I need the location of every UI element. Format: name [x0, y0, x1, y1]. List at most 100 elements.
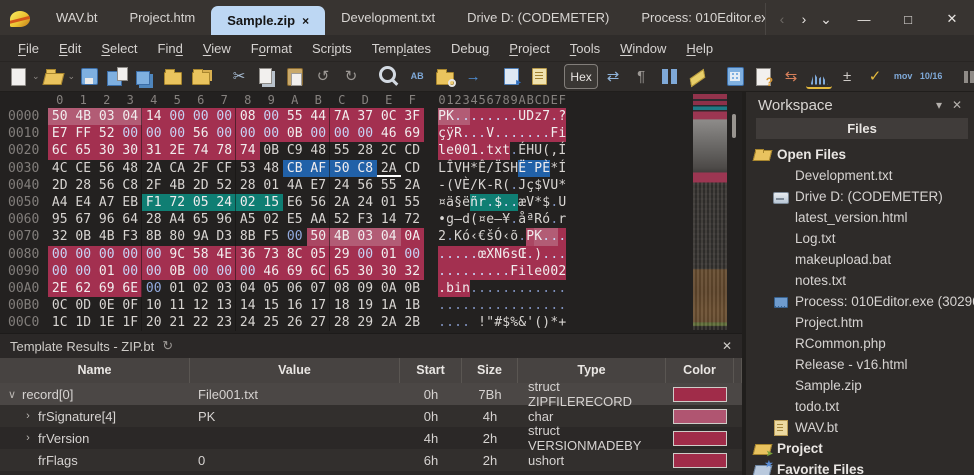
hex-byte[interactable]: 01: [377, 194, 401, 211]
ascii-char[interactable]: $: [534, 177, 542, 194]
hex-byte[interactable]: 01: [377, 246, 401, 263]
tree-item-development-txt[interactable]: Development.txt: [746, 165, 974, 186]
find-in-files-button[interactable]: [432, 64, 458, 89]
ascii-char[interactable]: .: [494, 263, 502, 280]
hex-byte[interactable]: 2B: [401, 314, 425, 331]
ascii-char[interactable]: *: [550, 160, 558, 177]
ascii-char[interactable]: 0: [550, 263, 558, 280]
hex-byte[interactable]: 50: [330, 160, 354, 177]
ascii-char[interactable]: Í: [558, 142, 566, 159]
workspace-collapse-icon[interactable]: ▾: [930, 98, 948, 112]
hex-byte[interactable]: 69: [401, 125, 425, 142]
hex-byte[interactable]: 2F: [189, 160, 213, 177]
ascii-char[interactable]: .: [502, 194, 510, 211]
ascii-char[interactable]: .: [446, 263, 454, 280]
ascii-char[interactable]: ó: [542, 211, 550, 228]
hex-byte[interactable]: 20: [142, 314, 166, 331]
hex-byte[interactable]: 14: [142, 108, 166, 125]
hex-byte[interactable]: 6C: [307, 263, 331, 280]
ascii-char[interactable]: *: [534, 194, 542, 211]
tab-scroll-left-icon[interactable]: ‹: [772, 11, 792, 27]
ascii-char[interactable]: i: [518, 263, 526, 280]
hex-byte[interactable]: 65: [330, 263, 354, 280]
hex-byte[interactable]: 00: [354, 125, 378, 142]
hex-byte[interactable]: FF: [72, 125, 96, 142]
menu-templates[interactable]: Templates: [362, 38, 441, 59]
ascii-char[interactable]: ç: [526, 177, 534, 194]
hex-byte[interactable]: 2A: [377, 314, 401, 331]
ascii-char[interactable]: S: [502, 160, 510, 177]
open-recent-button[interactable]: [188, 64, 214, 89]
column-header-size[interactable]: Size: [462, 358, 518, 383]
hex-byte[interactable]: D3: [213, 228, 237, 245]
hex-byte[interactable]: 56: [189, 125, 213, 142]
ascii-char[interactable]: i: [454, 280, 462, 297]
ascii-char[interactable]: æ: [518, 194, 526, 211]
hex-byte[interactable]: 1F: [119, 314, 143, 331]
hex-byte[interactable]: 00: [119, 125, 143, 142]
ascii-char[interactable]: *: [470, 160, 478, 177]
goto-button[interactable]: →: [460, 64, 486, 89]
hex-byte[interactable]: 4B: [330, 228, 354, 245]
ascii-char[interactable]: K: [446, 108, 454, 125]
hex-byte[interactable]: 02: [189, 280, 213, 297]
ascii-char[interactable]: .: [550, 297, 558, 314]
ascii-char[interactable]: .: [494, 125, 502, 142]
ascii-char[interactable]: ‹: [502, 228, 510, 245]
hex-byte[interactable]: 50: [48, 108, 72, 125]
data-minimap[interactable]: [693, 94, 727, 330]
redo-button[interactable]: ↻: [338, 64, 364, 89]
ascii-char[interactable]: t: [486, 142, 494, 159]
tree-item-project-htm[interactable]: Project.htm: [746, 312, 974, 333]
hex-byte[interactable]: F3: [119, 228, 143, 245]
hex-byte[interactable]: 1A: [377, 297, 401, 314]
ascii-char[interactable]: Ï: [494, 160, 502, 177]
hex-byte[interactable]: 2F: [142, 177, 166, 194]
hex-byte[interactable]: A4: [166, 211, 190, 228]
ascii-char[interactable]: È: [542, 160, 550, 177]
ascii-char[interactable]: –: [454, 211, 462, 228]
menu-edit[interactable]: Edit: [49, 38, 91, 59]
ascii-char[interactable]: .: [478, 125, 486, 142]
hex-byte[interactable]: 14: [236, 297, 260, 314]
hex-byte[interactable]: 62: [72, 280, 96, 297]
ascii-char[interactable]: /: [470, 177, 478, 194]
ascii-char[interactable]: K: [534, 228, 542, 245]
hex-byte[interactable]: 52: [95, 125, 119, 142]
ascii-char[interactable]: .: [446, 314, 454, 331]
hex-byte[interactable]: 0F: [119, 297, 143, 314]
minimize-button[interactable]: —: [842, 3, 886, 35]
ascii-char[interactable]: U: [550, 177, 558, 194]
hex-byte[interactable]: 95: [48, 211, 72, 228]
hex-byte[interactable]: 27: [307, 314, 331, 331]
hex-view-toggle[interactable]: Hex: [564, 64, 598, 89]
hex-byte[interactable]: 00: [330, 125, 354, 142]
hex-byte[interactable]: 0B: [283, 125, 307, 142]
hex-byte[interactable]: 29: [354, 314, 378, 331]
hex-byte[interactable]: 53: [236, 160, 260, 177]
ascii-char[interactable]: r: [478, 194, 486, 211]
checksum-button[interactable]: ✓: [862, 64, 888, 89]
ascii-char[interactable]: F: [550, 125, 558, 142]
hex-byte[interactable]: 24: [236, 314, 260, 331]
hex-byte[interactable]: 31: [142, 142, 166, 159]
ascii-char[interactable]: .: [510, 142, 518, 159]
hex-byte[interactable]: 28: [72, 177, 96, 194]
ascii-char[interactable]: Ê: [478, 160, 486, 177]
ascii-char[interactable]: .: [470, 246, 478, 263]
ascii-char[interactable]: Œ: [518, 246, 526, 263]
open-file-button[interactable]: [41, 64, 67, 89]
ascii-char[interactable]: .: [470, 108, 478, 125]
ascii-char[interactable]: (: [534, 314, 542, 331]
hex-byte[interactable]: 00: [189, 263, 213, 280]
hex-byte[interactable]: A7: [95, 194, 119, 211]
hex-byte[interactable]: 04: [377, 228, 401, 245]
ascii-char[interactable]: -: [486, 177, 494, 194]
ascii-char[interactable]: .: [526, 297, 534, 314]
menu-window[interactable]: Window: [610, 38, 676, 59]
hex-byte[interactable]: 00: [119, 246, 143, 263]
hex-byte[interactable]: A5: [236, 211, 260, 228]
hex-byte[interactable]: 55: [330, 142, 354, 159]
hex-byte[interactable]: 24: [213, 194, 237, 211]
tree-item-notes-txt[interactable]: notes.txt: [746, 270, 974, 291]
